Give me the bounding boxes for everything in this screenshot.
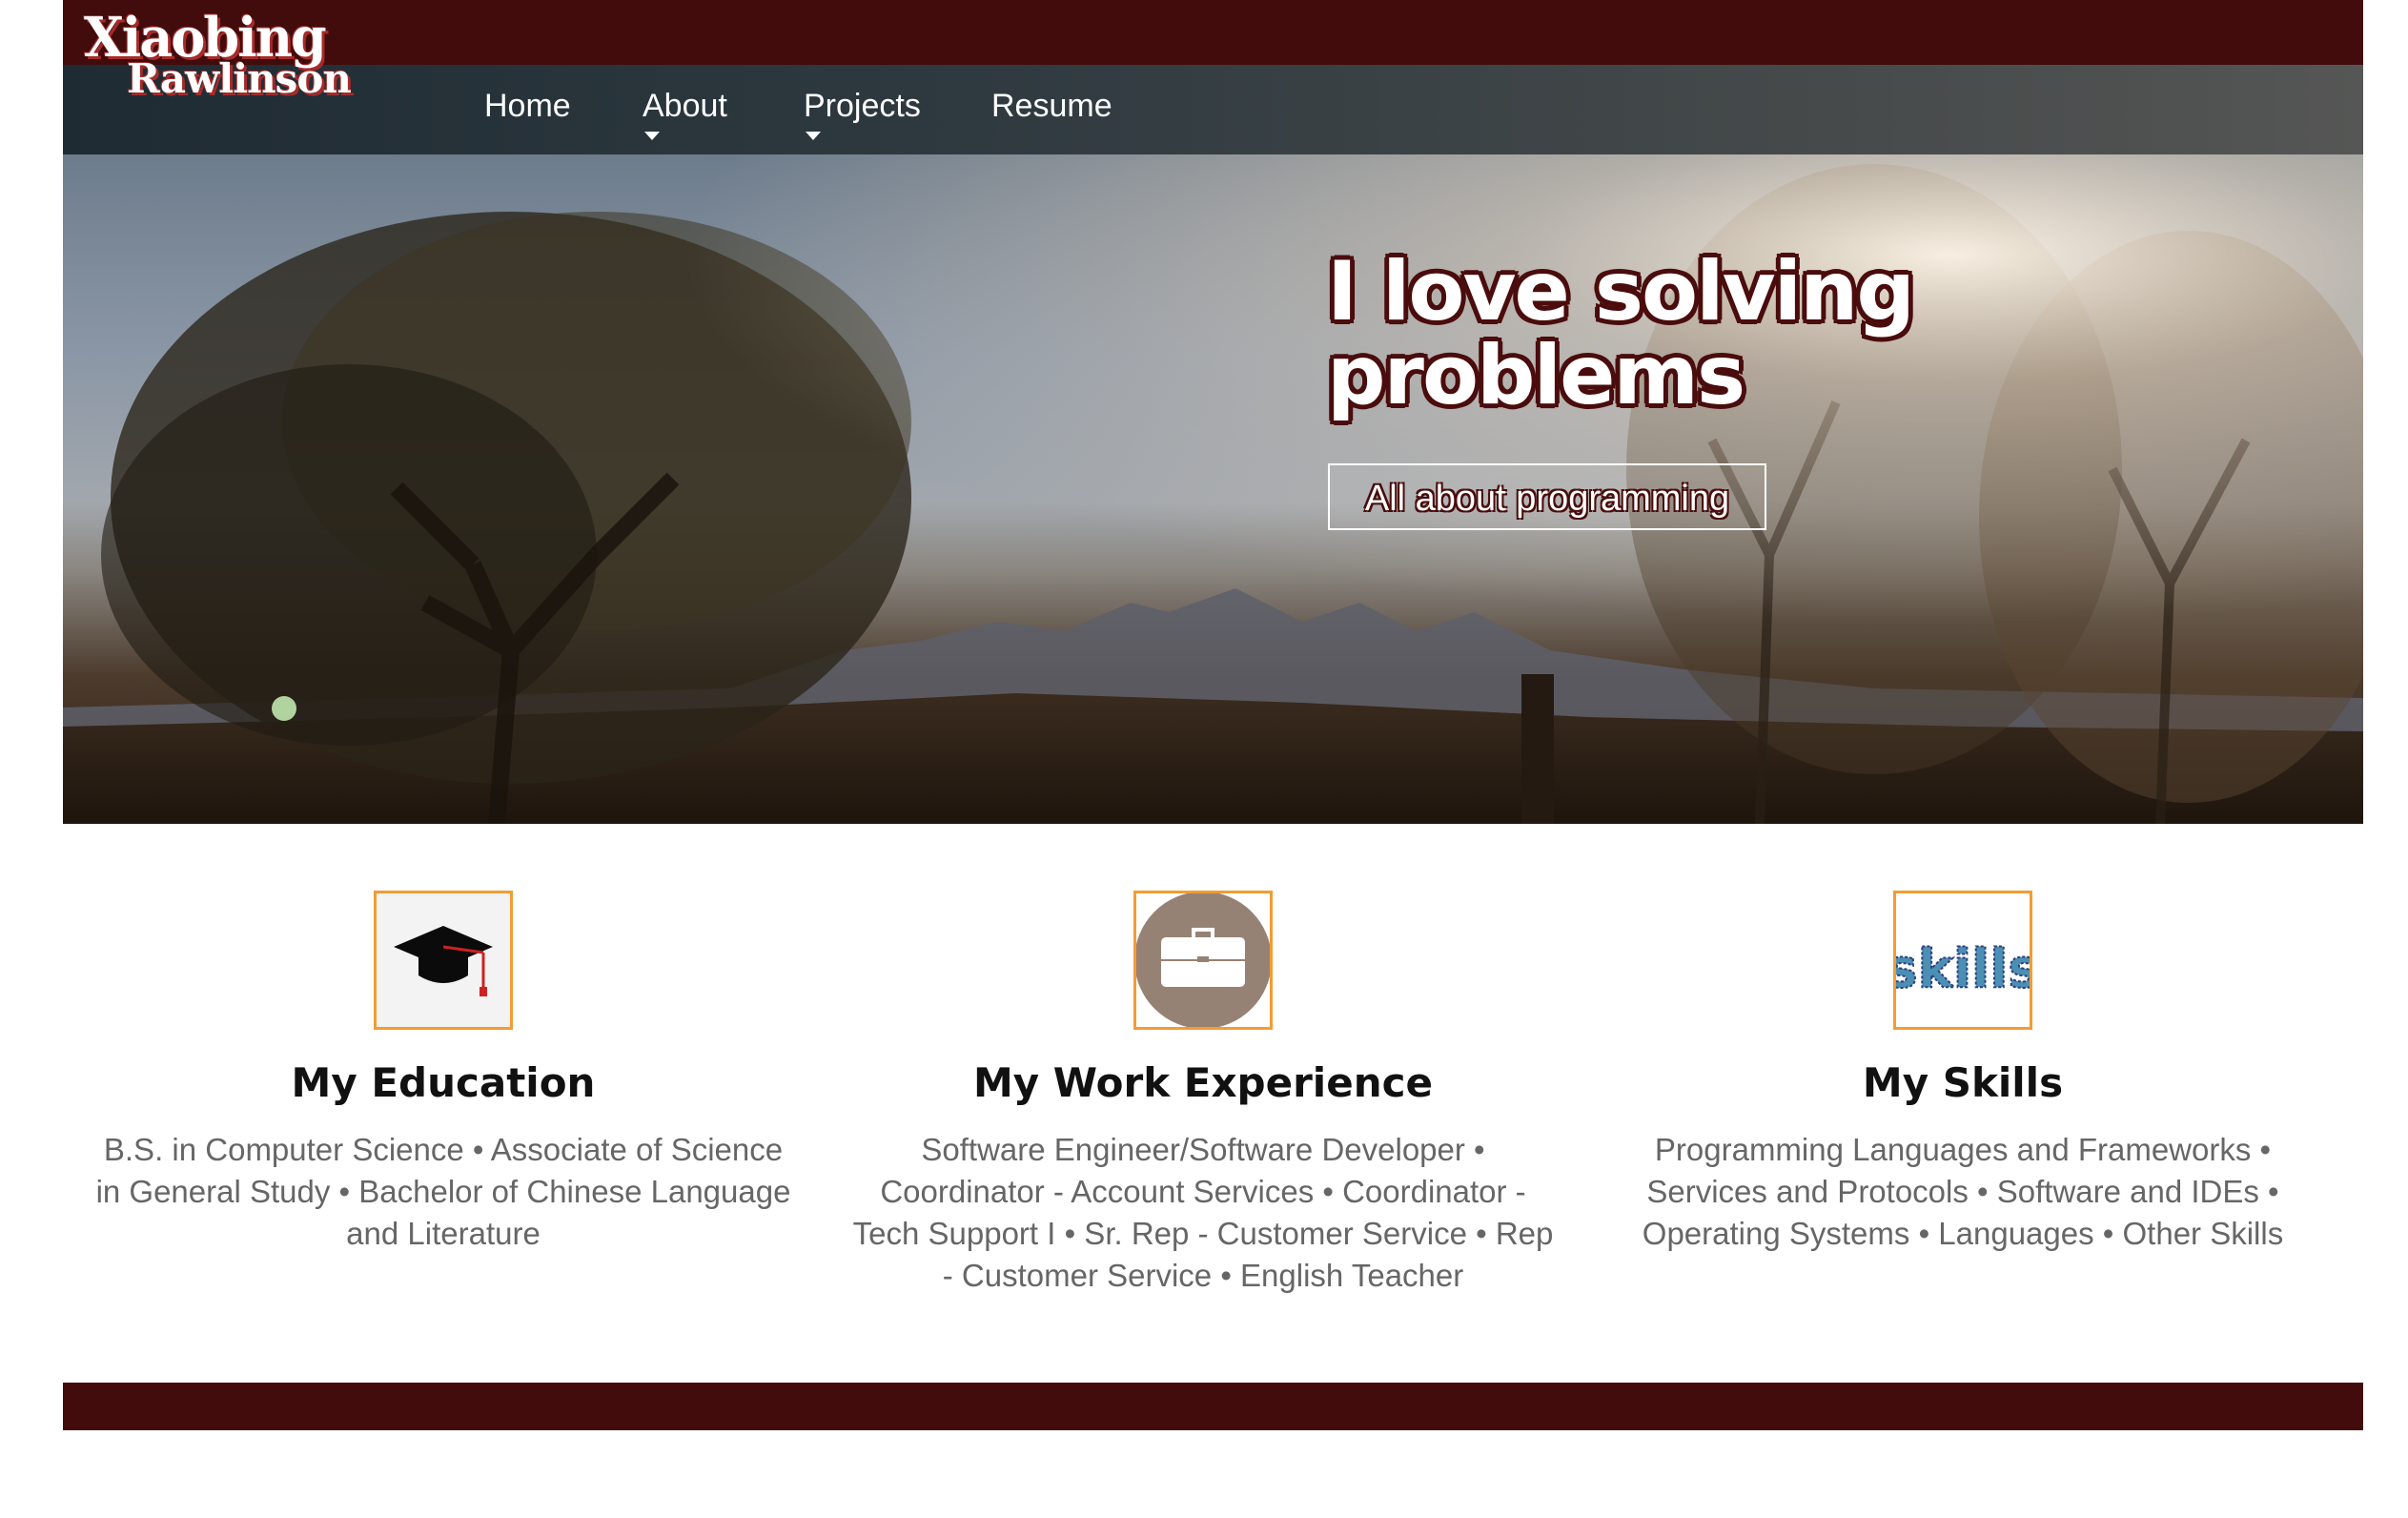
feature-skills: skills My Skills Programming Languages a… xyxy=(1601,891,2325,1255)
nav-item-about[interactable]: About xyxy=(643,84,727,140)
feature-title: My Work Experience xyxy=(973,1059,1433,1106)
logo-first-name: Xiaobing xyxy=(84,5,327,70)
education-icon-frame[interactable] xyxy=(374,891,513,1030)
feature-work-experience: My Work Experience Software Engineer/Sof… xyxy=(841,891,1565,1297)
feature-title: My Skills xyxy=(1862,1059,2064,1106)
nav-item-projects[interactable]: Projects xyxy=(804,84,921,140)
feature-description: B.S. in Computer Science • Associate of … xyxy=(95,1132,791,1251)
site-logo[interactable]: Xiaobing Rawlinson xyxy=(84,5,352,99)
nav-item-resume[interactable]: Resume xyxy=(991,84,1112,128)
work-icon-frame[interactable] xyxy=(1133,891,1273,1030)
nav-item-home[interactable]: Home xyxy=(484,84,571,128)
feature-description: Software Engineer/Software Developer • C… xyxy=(852,1132,1554,1293)
feature-description: Programming Languages and Frameworks • S… xyxy=(1642,1132,2284,1251)
footer-bar xyxy=(63,1383,2363,1430)
nav-item-label: Resume xyxy=(991,88,1112,124)
hero-cta-button[interactable]: All about programming xyxy=(1328,463,1766,530)
skills-icon-frame[interactable]: skills xyxy=(1893,891,2032,1030)
nav-item-label: About xyxy=(643,88,727,124)
page: Xiaobing Rawlinson Home About Projects R… xyxy=(63,0,2363,1518)
hero-title: I love solving problems xyxy=(1327,244,1915,423)
skills-word: skills xyxy=(1896,938,2030,1000)
caret-down-icon xyxy=(806,132,821,140)
nav-bar xyxy=(63,65,2363,154)
hero-banner: I love solving problems All about progra… xyxy=(63,154,2363,824)
skills-word-icon: skills xyxy=(1896,937,2030,1001)
graduation-cap-icon xyxy=(394,926,493,996)
hero-landscape-image xyxy=(63,154,2363,824)
nav-item-label: Projects xyxy=(804,88,921,124)
feature-education: My Education B.S. in Computer Science • … xyxy=(81,891,806,1255)
caret-down-icon xyxy=(644,132,660,140)
top-bar xyxy=(63,0,2363,65)
briefcase-icon xyxy=(1136,893,1270,1027)
feature-title: My Education xyxy=(291,1059,596,1106)
nav-item-label: Home xyxy=(484,88,571,124)
